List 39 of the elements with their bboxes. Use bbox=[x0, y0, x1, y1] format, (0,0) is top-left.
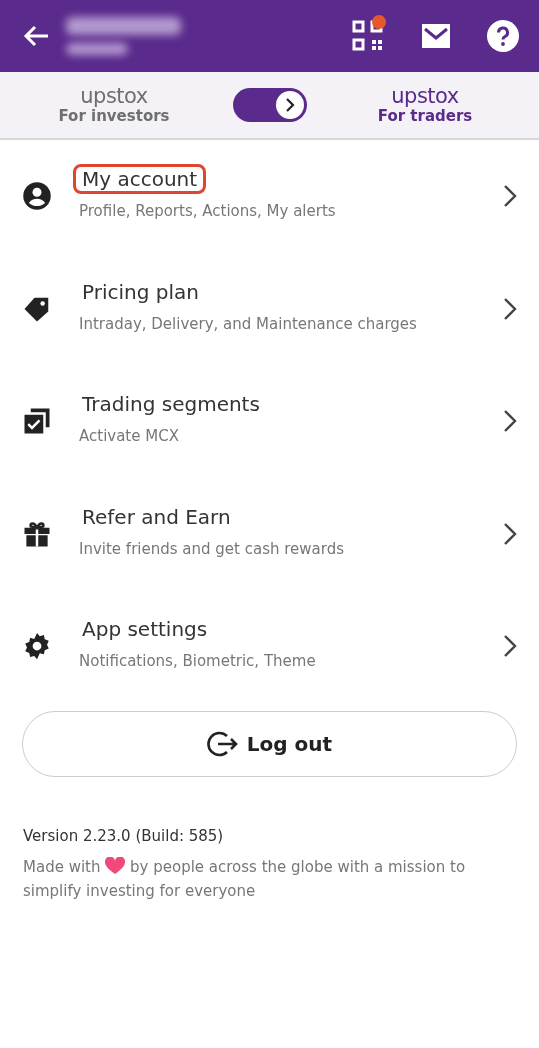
settings-icon bbox=[22, 631, 52, 662]
logout-button[interactable]: Log out bbox=[22, 710, 517, 777]
chevron-right-icon bbox=[503, 634, 517, 659]
copy-check-icon bbox=[22, 406, 52, 437]
menu-subtitle: Intraday, Delivery, and Maintenance charges bbox=[79, 313, 418, 335]
mode-label[interactable]: For investors bbox=[58, 108, 170, 125]
mode-label[interactable]: For traders bbox=[377, 108, 473, 125]
menu-item[interactable]: Pricing plan Intraday, Delivery, and Maintenance charges bbox=[0, 252, 539, 365]
chevron-right-icon bbox=[284, 98, 295, 112]
heart-icon bbox=[105, 857, 126, 875]
chevron-right-icon bbox=[503, 184, 517, 209]
menu-item[interactable]: My account Profile, Reports, Actions, My alerts bbox=[0, 140, 539, 253]
user-icon bbox=[22, 181, 52, 212]
redacted-id bbox=[66, 43, 128, 55]
chevron-right-icon bbox=[503, 521, 517, 546]
menu-title: Refer and Earn bbox=[81, 503, 232, 531]
menu-title: Pricing plan bbox=[81, 278, 200, 306]
menu-item[interactable]: App settings Notifications, Biometric, Theme bbox=[0, 590, 539, 703]
menu-title: My account bbox=[73, 164, 207, 194]
menu-subtitle: Notifications, Biometric, Theme bbox=[79, 651, 317, 672]
brand-logo: upstox bbox=[391, 85, 459, 109]
chevron-right-icon bbox=[503, 409, 517, 434]
mail-icon[interactable] bbox=[421, 23, 451, 49]
back-icon[interactable] bbox=[22, 24, 50, 48]
tagline-text: simplify investing for everyone bbox=[23, 881, 257, 902]
chevron-right-icon bbox=[503, 296, 517, 321]
menu-subtitle: Invite friends and get cash rewards bbox=[79, 538, 345, 560]
help-icon[interactable] bbox=[487, 20, 519, 52]
menu-subtitle: Profile, Reports, Actions, My alerts bbox=[79, 201, 337, 222]
menu-title: App settings bbox=[81, 616, 209, 643]
version-text: Version 2.23.0 (Build: 585) bbox=[23, 825, 225, 847]
brand-logo: upstox bbox=[80, 85, 148, 109]
tagline-text: by people across the globe with a mission to bbox=[130, 858, 466, 876]
tagline-text: Made with bbox=[23, 858, 101, 876]
menu-title: Trading segments bbox=[81, 391, 261, 418]
menu-item[interactable]: Refer and Earn Invite friends and get cash rewards bbox=[0, 477, 539, 590]
mode-toggle[interactable] bbox=[232, 88, 307, 122]
menu-subtitle: Activate MCX bbox=[79, 426, 180, 447]
menu-item[interactable]: Trading segments Activate MCX bbox=[0, 365, 539, 478]
